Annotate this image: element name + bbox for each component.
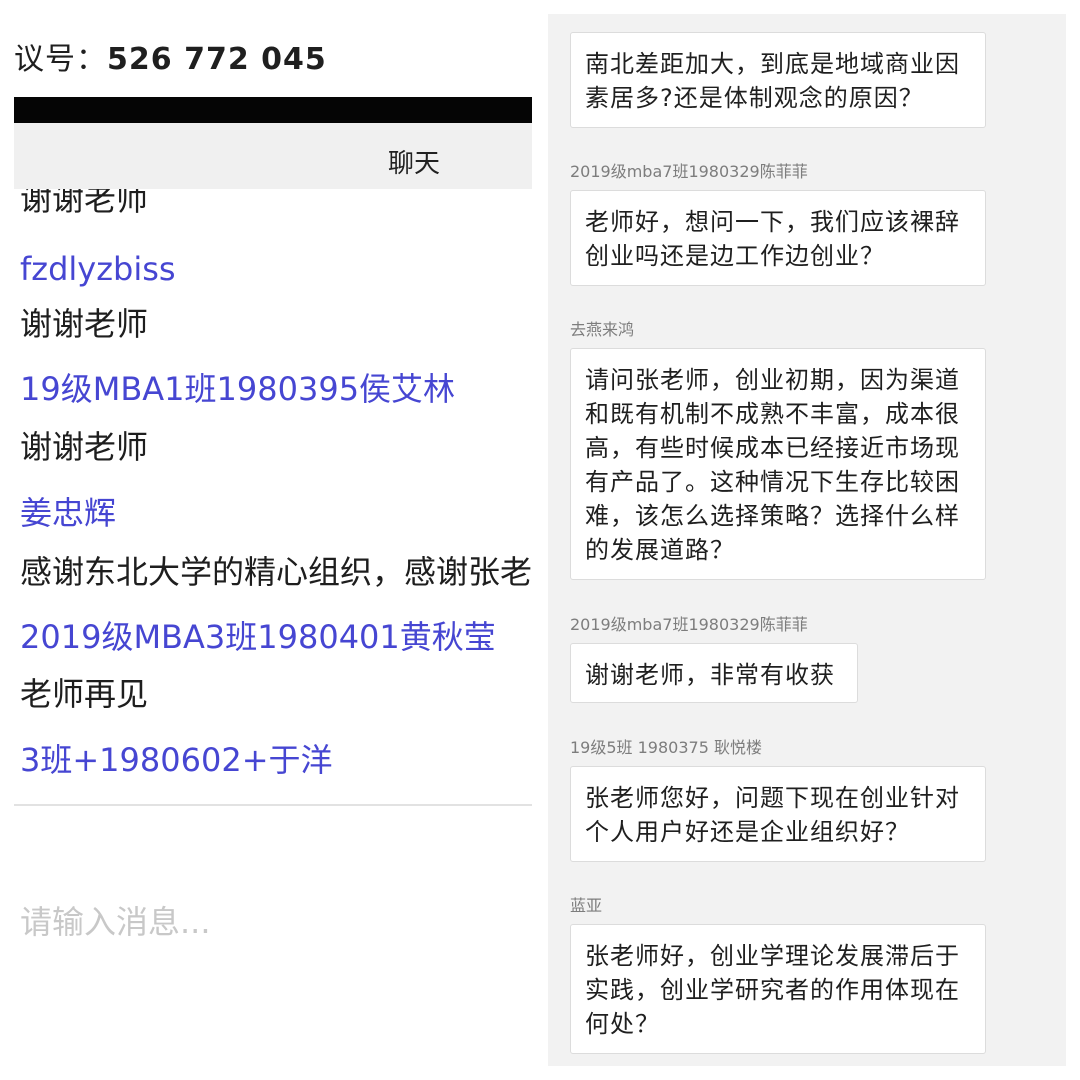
meeting-id-label: 议号：	[14, 42, 107, 77]
question-bubble: 张老师好，创业学理论发展滞后于实践，创业学研究者的作用体现在何处？	[570, 924, 986, 1054]
chat-message-text: 谢谢老师	[20, 305, 149, 343]
question-text: 南北差距加大，到底是地域商业因素居多?还是体制观念的原因？	[585, 50, 960, 112]
chat-message-list[interactable]: 谢谢老师 fzdlyzbiss 谢谢老师 19级MBA1班1980395侯艾林 …	[14, 189, 532, 805]
chat-message-sender: fzdlyzbiss	[20, 250, 176, 288]
question-bubble: 请问张老师，创业初期，因为渠道和既有机制不成熟不丰富，成本很高，有些时候成本已经…	[570, 348, 986, 580]
question-bubble: 老师好，想问一下，我们应该裸辞创业吗还是边工作边创业？	[570, 190, 986, 286]
tab-chat[interactable]: 聊天	[388, 143, 440, 180]
chat-message-sender: 2019级MBA3班1980401黄秋莹	[20, 618, 496, 656]
question-bubble: 谢谢老师，非常有收获	[570, 643, 858, 703]
question-sender: 2019级mba7班1980329陈菲菲	[570, 615, 808, 634]
question-text: 请问张老师，创业初期，因为渠道和既有机制不成熟不丰富，成本很高，有些时候成本已经…	[585, 366, 960, 564]
question-sender: 2019级mba7班1980329陈菲菲	[570, 162, 808, 181]
meeting-id-number: 526 772 045	[107, 42, 327, 77]
chat-message-sender: 3班+1980602+于洋	[20, 741, 333, 779]
chat-message-sender: 姜忠辉	[20, 494, 117, 532]
chat-message-text: 感谢东北大学的精心组织，感谢张老	[20, 553, 532, 591]
chat-message-sender: 19级MBA1班1980395侯艾林	[20, 370, 456, 408]
question-sender: 19级5班 1980375 耿悦楼	[570, 738, 762, 757]
question-bubble: 南北差距加大，到底是地域商业因素居多?还是体制观念的原因？	[570, 32, 986, 128]
chat-message-text: 谢谢老师	[20, 428, 149, 466]
question-sender: 蓝亚	[570, 896, 603, 915]
screenshot-collage: 议号：526 772 045 聊天 谢谢老师 fzdlyzbiss 谢谢老师 1…	[0, 0, 1080, 1080]
meeting-chat-panel: 议号：526 772 045 聊天 谢谢老师 fzdlyzbiss 谢谢老师 1…	[14, 14, 532, 1066]
chat-message-text: 老师再见	[20, 675, 149, 713]
meeting-id: 议号：526 772 045	[14, 34, 327, 78]
chat-message-input[interactable]	[14, 806, 532, 986]
question-text: 老师好，想问一下，我们应该裸辞创业吗还是边工作边创业？	[585, 208, 960, 270]
question-sender: 去燕来鸿	[570, 320, 635, 339]
question-text: 谢谢老师，非常有收获	[585, 661, 835, 689]
chat-message-text: 谢谢老师	[20, 189, 149, 218]
question-text: 张老师好，创业学理论发展滞后于实践，创业学研究者的作用体现在何处？	[585, 942, 960, 1038]
video-strip	[14, 97, 532, 123]
question-list-panel[interactable]: 南北差距加大，到底是地域商业因素居多?还是体制观念的原因？ 2019级mba7班…	[548, 14, 1066, 1066]
question-text: 张老师您好，问题下现在创业针对个人用户好还是企业组织好？	[585, 784, 960, 846]
question-bubble: 张老师您好，问题下现在创业针对个人用户好还是企业组织好？	[570, 766, 986, 862]
chat-header: 聊天	[14, 123, 532, 189]
